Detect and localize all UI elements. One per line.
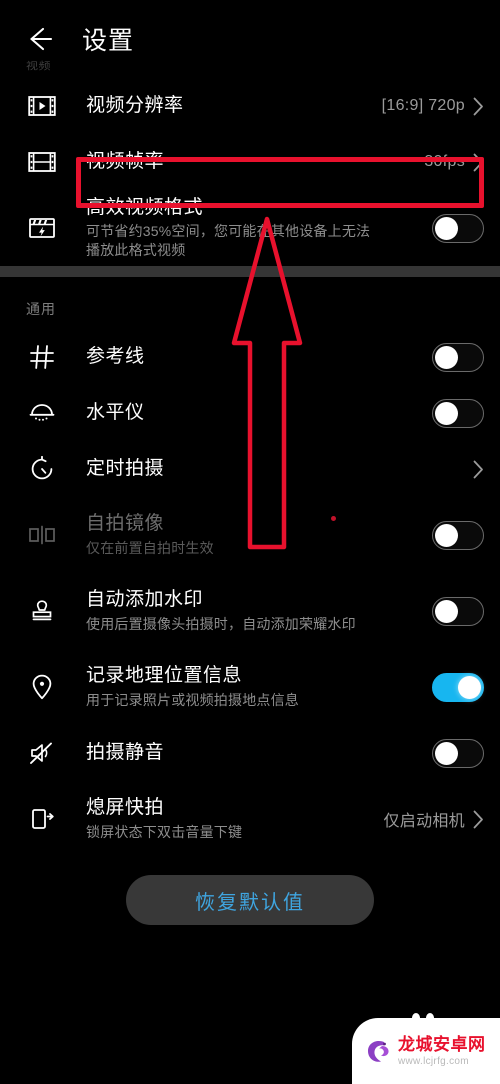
- chevron-right-icon: [473, 153, 484, 172]
- row-text-block: 参考线: [62, 345, 432, 369]
- row-text-block: 定时拍摄: [62, 457, 473, 481]
- row-title: 水平仪: [86, 401, 145, 423]
- chevron-right-icon: [473, 97, 484, 116]
- row-title: 自拍镜像: [86, 513, 165, 535]
- video-settings-section: 视频分辨率 [16:9] 720p 视频帧率 30fps 高效视频格式 可节省约…: [0, 78, 500, 266]
- row-title: 定时拍摄: [86, 457, 165, 479]
- row-subtitle: 锁屏状态下双击音量下键: [86, 823, 243, 840]
- mute-speaker-icon: [22, 740, 62, 766]
- watermark-text-block: 龙城安卓网 www.lcjrfg.com: [398, 1036, 486, 1067]
- watermark-stamp-icon: [22, 598, 62, 624]
- toggle-record-location[interactable]: [432, 672, 484, 702]
- row-text-block: 水平仪: [62, 401, 432, 425]
- toggle-knob: [458, 675, 481, 699]
- toggle-knob: [435, 599, 458, 623]
- row-title: 视频分辨率: [86, 94, 184, 116]
- row-value: 仅启动相机: [383, 813, 465, 830]
- row-mirror-selfie[interactable]: 自拍镜像 仅在前置自拍时生效: [0, 497, 500, 573]
- toggle-knob: [435, 741, 458, 765]
- row-right-block: [432, 520, 484, 550]
- page-title: 设置: [82, 27, 135, 55]
- toggle-mirror-selfie[interactable]: [432, 520, 484, 550]
- row-text-block: 视频帧率: [62, 150, 424, 174]
- screen-off-capture-icon: [22, 805, 62, 833]
- location-pin-icon: [22, 673, 62, 701]
- row-right-block: [16:9] 720p: [382, 97, 484, 116]
- row-title: 熄屏快拍: [86, 797, 165, 819]
- restore-defaults-button[interactable]: 恢复默认值: [126, 875, 374, 925]
- row-grid-lines[interactable]: 参考线: [0, 329, 500, 385]
- row-video-framerate[interactable]: 视频帧率 30fps: [0, 134, 500, 190]
- row-subtitle: 用于记录照片或视频拍摄地点信息: [86, 691, 299, 708]
- general-section-label: 通用: [26, 301, 56, 317]
- toggle-auto-watermark[interactable]: [432, 596, 484, 626]
- toggle-grid-lines[interactable]: [432, 342, 484, 372]
- row-title: 参考线: [86, 345, 145, 367]
- row-subtitle: 仅在前置自拍时生效: [86, 539, 214, 556]
- row-record-location[interactable]: 记录地理位置信息 用于记录照片或视频拍摄地点信息: [0, 649, 500, 725]
- video-resolution-icon: [22, 94, 62, 118]
- row-right-block: [432, 596, 484, 626]
- row-subtitle: 可节省约35%空间，您可能在其他设备上无法播放此格式视频: [86, 222, 371, 259]
- row-auto-watermark[interactable]: 自动添加水印 使用后置摄像头拍摄时，自动添加荣耀水印: [0, 573, 500, 649]
- toggle-knob: [435, 523, 458, 547]
- row-subtitle: 使用后置摄像头拍摄时，自动添加荣耀水印: [86, 615, 356, 632]
- row-text-block: 高效视频格式 可节省约35%空间，您可能在其他设备上无法播放此格式视频: [62, 196, 432, 261]
- row-title: 视频帧率: [86, 150, 165, 172]
- row-right-block: [473, 460, 484, 479]
- row-right-block: 仅启动相机: [383, 807, 484, 831]
- row-text-block: 记录地理位置信息 用于记录照片或视频拍摄地点信息: [62, 664, 432, 710]
- timer-icon: [22, 456, 62, 482]
- row-right-block: [432, 738, 484, 768]
- mirror-selfie-icon: [22, 524, 62, 546]
- row-text-block: 拍摄静音: [62, 741, 432, 765]
- efficient-video-format-icon: [22, 215, 62, 241]
- toggle-knob: [435, 345, 458, 369]
- level-meter-icon: [22, 402, 62, 424]
- row-level-meter[interactable]: 水平仪: [0, 385, 500, 441]
- row-timer-capture[interactable]: 定时拍摄: [0, 441, 500, 497]
- row-value: [16:9] 720p: [381, 97, 465, 114]
- row-text-block: 自拍镜像 仅在前置自拍时生效: [62, 512, 432, 558]
- toggle-knob: [435, 401, 458, 425]
- row-title: 记录地理位置信息: [86, 665, 243, 687]
- toggle-efficient-video-format[interactable]: [432, 213, 484, 243]
- toggle-shutter-mute[interactable]: [432, 738, 484, 768]
- row-shutter-mute[interactable]: 拍摄静音: [0, 725, 500, 781]
- row-text-block: 视频分辨率: [62, 94, 382, 118]
- chevron-right-icon: [473, 460, 484, 479]
- dragon-logo-icon: [360, 1034, 394, 1068]
- row-title: 高效视频格式: [86, 196, 204, 218]
- video-section-caption: 视频: [26, 59, 52, 72]
- row-title: 自动添加水印: [86, 589, 204, 611]
- row-title: 拍摄静音: [86, 741, 165, 763]
- toggle-level-meter[interactable]: [432, 398, 484, 428]
- app-header: 设置: [0, 0, 500, 78]
- row-efficient-video-format[interactable]: 高效视频格式 可节省约35%空间，您可能在其他设备上无法播放此格式视频: [0, 190, 500, 266]
- row-value: 30fps: [424, 153, 465, 170]
- footer-area: 恢复默认值: [0, 875, 500, 925]
- site-watermark: 龙城安卓网 www.lcjrfg.com: [352, 1013, 500, 1084]
- row-screen-off-capture[interactable]: 熄屏快拍 锁屏状态下双击音量下键 仅启动相机: [0, 781, 500, 857]
- row-text-block: 自动添加水印 使用后置摄像头拍摄时，自动添加荣耀水印: [62, 588, 432, 634]
- video-framerate-icon: [22, 150, 62, 174]
- chevron-right-icon: [473, 810, 484, 829]
- general-settings-section: 通用 参考线 水平仪 定时拍摄 自拍镜像 仅在前置自拍时生效 自动添加水印 使用…: [0, 277, 500, 857]
- row-right-block: 30fps: [424, 153, 484, 172]
- toggle-knob: [435, 216, 458, 240]
- row-right-block: [432, 342, 484, 372]
- back-arrow-icon[interactable]: [22, 22, 56, 56]
- watermark-ears-icon: [412, 1013, 434, 1022]
- row-video-resolution[interactable]: 视频分辨率 [16:9] 720p: [0, 78, 500, 134]
- watermark-url: www.lcjrfg.com: [398, 1055, 469, 1067]
- row-right-block: [432, 213, 484, 243]
- row-text-block: 熄屏快拍 锁屏状态下双击音量下键: [62, 796, 383, 842]
- row-right-block: [432, 398, 484, 428]
- section-divider-band: [0, 266, 500, 277]
- row-right-block: [432, 672, 484, 702]
- grid-lines-icon: [22, 344, 62, 370]
- watermark-title: 龙城安卓网: [398, 1034, 486, 1054]
